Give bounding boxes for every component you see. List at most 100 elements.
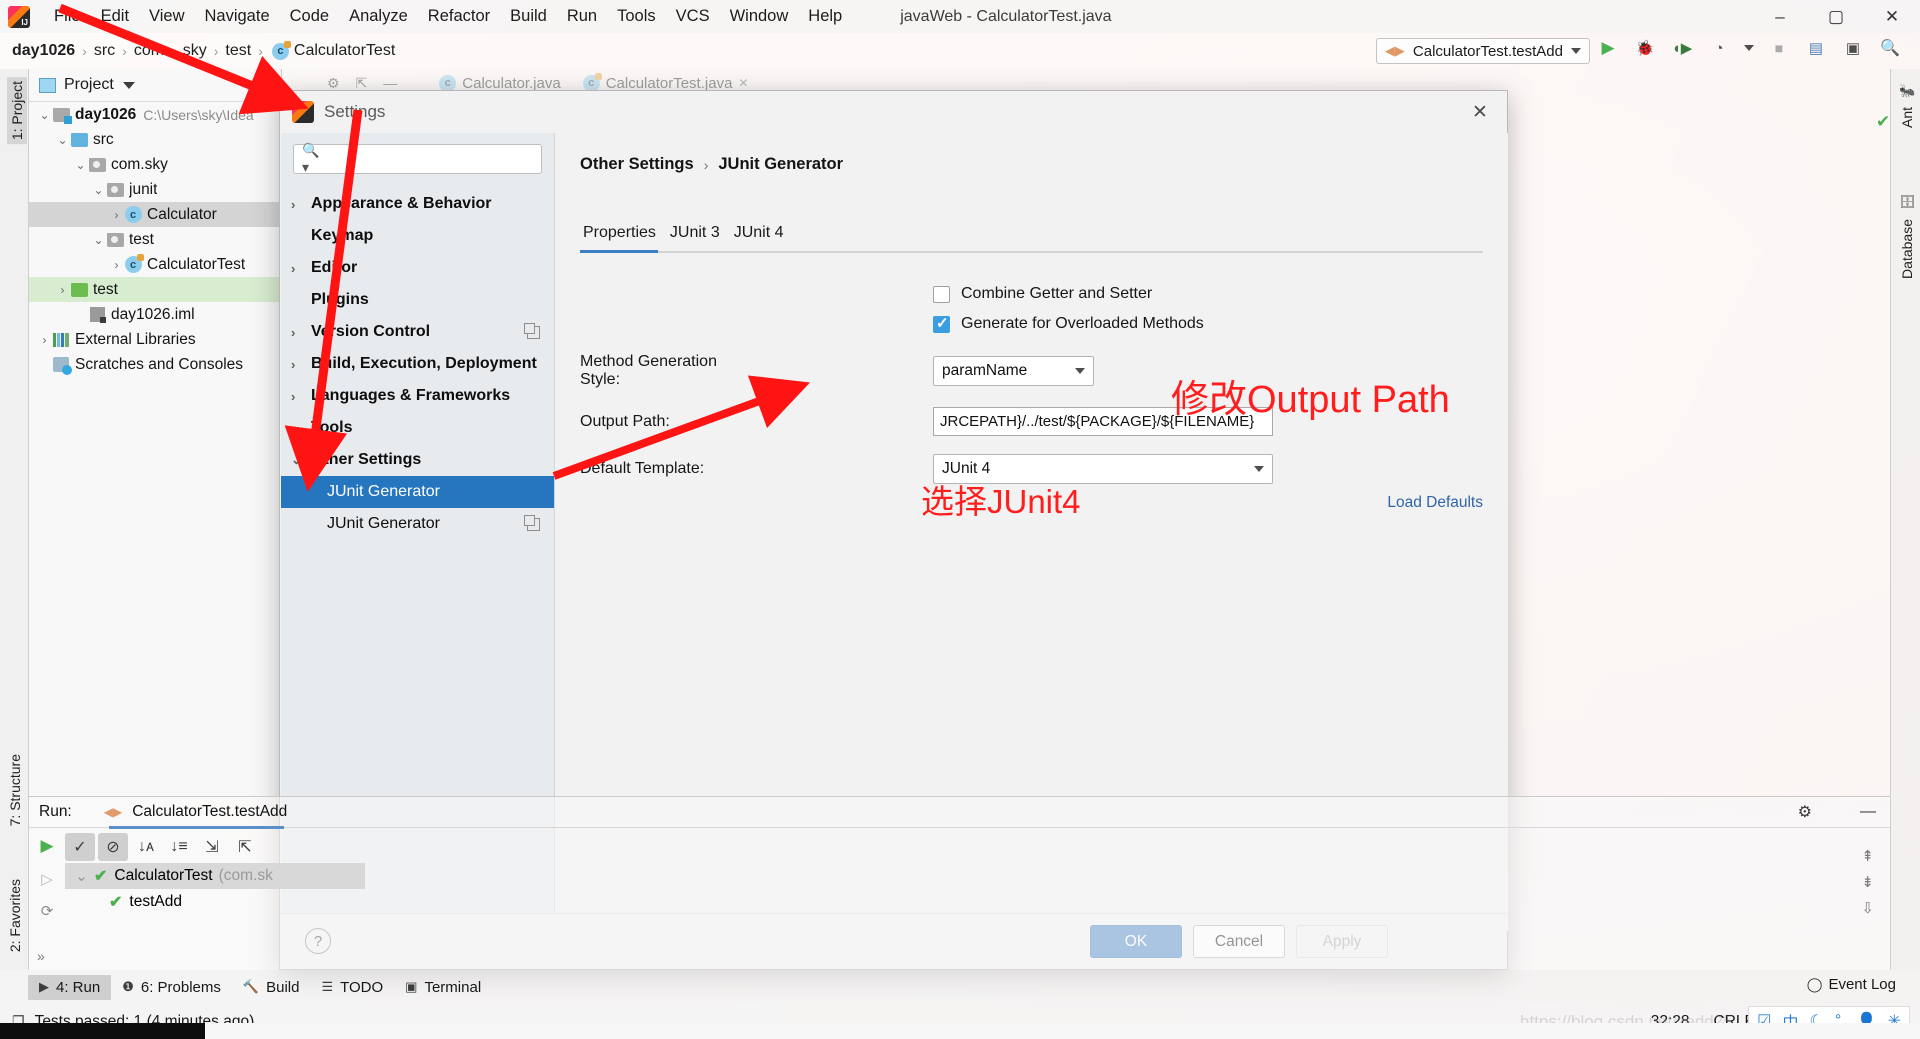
settings-nav-item[interactable]: › Build, Execution, Deployment xyxy=(281,348,554,380)
chevron-down-icon[interactable] xyxy=(122,81,135,89)
settings-nav-item[interactable]: › Version Control xyxy=(281,316,554,348)
generate-overloaded-checkbox[interactable] xyxy=(933,314,950,333)
tool-window-button-terminal[interactable]: ▣ Terminal xyxy=(394,975,492,1000)
settings-nav-item[interactable]: JUnit Generator xyxy=(281,476,554,508)
breadcrumb-calculatortest[interactable]: CalculatorTest xyxy=(294,42,395,60)
sort-alpha-icon[interactable]: ↓ᴀ xyxy=(131,833,161,861)
tree-expand-arrow[interactable]: › xyxy=(109,208,124,222)
scroll-down-icon[interactable]: ⇟ xyxy=(1861,873,1874,891)
settings-search-box[interactable]: 🔍▾ xyxy=(293,142,542,175)
minimize-button[interactable]: – xyxy=(1752,0,1808,33)
tool-window-button-build[interactable]: 🔨 Build xyxy=(232,975,311,1000)
settings-nav-item[interactable]: Plugins xyxy=(281,284,554,316)
tree-expand-arrow[interactable]: ⌄ xyxy=(73,158,88,172)
settings-nav-item[interactable]: › Tools xyxy=(281,412,554,444)
tree-expand-arrow[interactable]: ⌄ xyxy=(37,108,52,122)
project-tree-item[interactable]: day1026.iml xyxy=(29,302,281,327)
tool-window-project[interactable]: 1: Project xyxy=(7,77,27,145)
tree-expand-arrow[interactable]: › xyxy=(291,325,311,340)
menu-item-build[interactable]: Build xyxy=(500,4,557,29)
breadcrumb-sky[interactable]: sky xyxy=(183,42,207,60)
expand-all-icon[interactable]: ⇲ xyxy=(197,833,227,861)
tool-window-ant[interactable]: Ant xyxy=(1899,107,1915,128)
tree-expand-arrow[interactable]: › xyxy=(291,421,311,436)
run-result-row[interactable]: ✔ testAdd xyxy=(65,889,365,915)
coverage-icon[interactable]: ◖▶ xyxy=(1670,36,1694,60)
tree-expand-arrow[interactable]: › xyxy=(291,357,311,372)
breadcrumb-day1026[interactable]: day1026 xyxy=(12,42,75,60)
tree-expand-arrow[interactable]: › xyxy=(291,389,311,404)
run-panel-gear-icon[interactable]: ⚙ xyxy=(1798,802,1812,822)
tool-window-favorites[interactable]: 2: Favorites xyxy=(7,879,23,952)
project-tree-item[interactable]: ⌄ day1026 C:\Users\sky\Idea xyxy=(29,102,281,127)
project-tree-item[interactable]: Scratches and Consoles xyxy=(29,352,281,377)
chevron-down-icon[interactable]: ⌄ xyxy=(75,867,88,886)
settings-nav-item[interactable]: › Appearance & Behavior xyxy=(281,188,554,220)
menu-item-navigate[interactable]: Navigate xyxy=(195,4,280,29)
project-tree-item[interactable]: ⌄ test xyxy=(29,227,281,252)
hide-icon[interactable]: — xyxy=(383,75,397,92)
layout-icon[interactable]: ▣ xyxy=(1841,36,1865,60)
tree-expand-arrow[interactable]: ⌄ xyxy=(91,233,106,247)
collapse-all-icon[interactable]: ⇱ xyxy=(230,833,260,861)
copy-settings-icon[interactable] xyxy=(524,322,540,339)
close-button[interactable]: ✕ xyxy=(1864,0,1920,33)
run-panel-config-name[interactable]: CalculatorTest.testAdd xyxy=(132,803,287,821)
menu-item-view[interactable]: View xyxy=(139,4,194,29)
generate-overloaded-row[interactable]: Generate for Overloaded Methods xyxy=(933,314,1508,333)
method-generation-style-dropdown[interactable]: paramName xyxy=(933,356,1094,386)
menu-item-code[interactable]: Code xyxy=(280,4,339,29)
rerun-icon[interactable]: ▶ xyxy=(40,836,53,856)
chevron-down-icon[interactable] xyxy=(1744,45,1754,51)
scroll-up-icon[interactable]: ⇞ xyxy=(1861,847,1874,865)
profile-icon[interactable]: ◔ xyxy=(1707,36,1731,60)
collapse-icon[interactable]: ⇱ xyxy=(356,75,368,92)
project-tree-item[interactable]: ⌄ junit xyxy=(29,177,281,202)
load-defaults-link[interactable]: Load Defaults xyxy=(1387,494,1483,511)
menu-item-analyze[interactable]: Analyze xyxy=(339,4,418,29)
dialog-close-button[interactable]: ✕ xyxy=(1467,99,1493,125)
combine-getter-setter-row[interactable]: Combine Getter and Setter xyxy=(933,285,1508,303)
combine-getter-setter-checkbox[interactable] xyxy=(933,285,950,303)
tab-junit3[interactable]: JUnit 3 xyxy=(667,218,731,251)
settings-nav-item[interactable]: ⌄ Other Settings xyxy=(281,444,554,476)
sort-duration-icon[interactable]: ↓≡ xyxy=(164,833,194,861)
menu-item-file[interactable]: File xyxy=(44,4,91,29)
project-tree-item[interactable]: › c CalculatorTest xyxy=(29,252,281,277)
tree-expand-arrow[interactable]: ⌄ xyxy=(291,452,311,468)
menu-item-run[interactable]: Run xyxy=(557,4,607,29)
settings-nav-item[interactable]: JUnit Generator xyxy=(281,508,554,540)
tree-expand-arrow[interactable]: › xyxy=(109,258,124,272)
tool-window-database[interactable]: Database xyxy=(1899,219,1915,279)
tab-junit4[interactable]: JUnit 4 xyxy=(731,218,795,251)
run-panel-minimize-icon[interactable]: — xyxy=(1860,803,1876,821)
menu-item-help[interactable]: Help xyxy=(798,4,852,29)
event-log-button[interactable]: ◯ Event Log xyxy=(1807,976,1896,993)
project-structure-icon[interactable]: ▤ xyxy=(1804,36,1828,60)
settings-nav-item[interactable]: › Languages & Frameworks xyxy=(281,380,554,412)
tool-window-structure[interactable]: 7: Structure xyxy=(7,754,23,826)
close-icon[interactable]: ✕ xyxy=(738,76,748,90)
debug-icon[interactable]: 🐞 xyxy=(1633,36,1657,60)
settings-nav-item[interactable]: Keymap xyxy=(281,220,554,252)
tool-window-button-problems[interactable]: ❶ 6: Problems xyxy=(111,975,232,1000)
show-passed-icon[interactable]: ✓ xyxy=(65,833,95,861)
project-tree-item[interactable]: › External Libraries xyxy=(29,327,281,352)
project-tree-item[interactable]: ⌄ com.sky xyxy=(29,152,281,177)
rerun-auto-icon[interactable]: ⟳ xyxy=(41,902,54,920)
search-icon[interactable]: 🔍 xyxy=(1878,36,1902,60)
settings-gear-icon[interactable]: ⚙ xyxy=(327,75,340,92)
run-result-row[interactable]: ⌄ ✔ CalculatorTest (com.sk xyxy=(65,863,365,889)
tree-expand-arrow[interactable]: › xyxy=(291,261,311,276)
expand-stripe-icon[interactable]: » xyxy=(37,948,45,964)
tree-expand-arrow[interactable]: › xyxy=(55,283,70,297)
search-input[interactable] xyxy=(326,151,533,167)
breadcrumb-test[interactable]: test xyxy=(225,42,251,60)
run-configuration-selector[interactable]: ◀▶ CalculatorTest.testAdd xyxy=(1375,38,1590,64)
breadcrumb-com[interactable]: com xyxy=(134,42,164,60)
run-icon[interactable]: ▶ xyxy=(1596,36,1620,60)
tree-expand-arrow[interactable]: › xyxy=(291,197,311,212)
menu-item-vcs[interactable]: VCS xyxy=(666,4,720,29)
menu-item-refactor[interactable]: Refactor xyxy=(418,4,500,29)
settings-nav-item[interactable]: › Editor xyxy=(281,252,554,284)
